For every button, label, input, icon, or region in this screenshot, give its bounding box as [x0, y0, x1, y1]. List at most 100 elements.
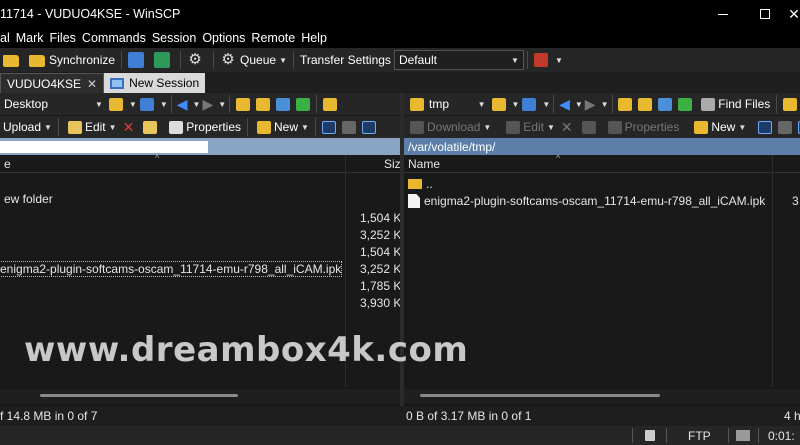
list-item[interactable]: 1,785 K	[0, 278, 401, 295]
terminal-button[interactable]	[151, 49, 177, 71]
bookmark-icon[interactable]	[783, 97, 798, 111]
select-all-icon[interactable]	[758, 120, 773, 134]
find-files-button[interactable]: Find Files	[695, 93, 773, 115]
local-path-bar[interactable]	[0, 138, 400, 155]
root-folder-icon[interactable]	[638, 97, 653, 111]
local-location-dropdown[interactable]: Desktop	[0, 94, 92, 114]
forward-icon[interactable]: ▶	[202, 96, 213, 113]
chevron-down-icon[interactable]: ▼	[601, 100, 609, 109]
minimize-button[interactable]	[700, 0, 746, 28]
chevron-down-icon[interactable]: ▼	[129, 100, 137, 109]
edit-button[interactable]: Edit ▼	[62, 116, 120, 138]
chevron-down-icon[interactable]: ▼	[218, 100, 226, 109]
back-icon[interactable]: ◀	[559, 96, 570, 113]
protocol-label: FTP	[688, 429, 711, 443]
filter-icon[interactable]	[139, 97, 154, 111]
home-icon[interactable]	[658, 97, 673, 111]
properties-button[interactable]: Properties	[602, 116, 683, 138]
remote-location-dropdown[interactable]: tmp	[427, 94, 475, 114]
forward-icon[interactable]: ▶	[585, 96, 596, 113]
root-folder-icon[interactable]	[256, 97, 271, 111]
new-button[interactable]: New ▼	[251, 116, 312, 138]
local-path-field[interactable]	[0, 141, 208, 153]
menu-help[interactable]: Help	[301, 31, 327, 45]
chevron-down-icon[interactable]: ▼	[542, 100, 550, 109]
menu-mark[interactable]: Mark	[16, 31, 44, 45]
menu-files[interactable]: Files	[50, 31, 76, 45]
unselect-icon[interactable]	[341, 120, 356, 134]
toolbar-local-button[interactable]	[0, 49, 26, 71]
download-button[interactable]: Download ▼	[404, 116, 494, 138]
chevron-down-icon[interactable]: ▼	[575, 100, 583, 109]
menu-session[interactable]: Session	[152, 31, 196, 45]
transfer-settings-dropdown[interactable]: Default ▼	[393, 50, 524, 70]
tab-new-session[interactable]: New Session	[104, 73, 206, 93]
compare-button[interactable]	[125, 49, 151, 71]
close-button[interactable]: ✕	[784, 0, 800, 28]
chevron-down-icon: ▼	[738, 122, 747, 132]
status-separator	[758, 428, 759, 443]
list-item[interactable]: 1,504 K	[0, 210, 401, 227]
queue-button[interactable]: ⚙ Queue ▼	[217, 49, 290, 71]
properties-button[interactable]: Properties	[163, 116, 244, 138]
local-col-size[interactable]: Siz	[384, 157, 401, 171]
unselect-icon[interactable]	[778, 120, 793, 134]
filter-select-icon[interactable]	[361, 120, 376, 134]
parent-folder-icon[interactable]	[618, 97, 633, 111]
menu-commands[interactable]: Commands	[82, 31, 146, 45]
delete-button[interactable]: ✕	[120, 116, 138, 138]
local-col-name[interactable]: e	[4, 157, 11, 171]
edit-button[interactable]: Edit ▼	[500, 116, 558, 138]
menu-local[interactable]: al	[0, 31, 10, 45]
compare-icon	[128, 52, 145, 68]
scrollbar-thumb[interactable]	[420, 394, 660, 397]
chevron-down-icon[interactable]: ▼	[193, 100, 201, 109]
list-item[interactable]: enigma2-plugin-softcams-oscam_11714-emu-…	[404, 193, 800, 210]
open-folder-icon[interactable]	[108, 97, 123, 111]
new-button[interactable]: New ▼	[688, 116, 749, 138]
file-name-text: enigma2-plugin-softcams-oscam_11714-emu-…	[424, 194, 766, 208]
list-item[interactable]: ew folder	[0, 191, 400, 208]
title-bar: 11714 - VUDUO4KSE - WinSCP ✕	[0, 0, 800, 28]
list-item[interactable]: 3,930 K	[0, 295, 401, 312]
list-item[interactable]: enigma2-plugin-softcams-oscam_11714-emu-…	[0, 261, 401, 278]
select-all-icon[interactable]	[321, 120, 336, 134]
list-item[interactable]: 1,504 K	[0, 244, 401, 261]
remote-col-name[interactable]: Name	[408, 157, 440, 171]
chevron-down-icon[interactable]: ▼	[512, 100, 520, 109]
properties-label: Properties	[624, 120, 680, 134]
refresh-icon[interactable]	[296, 97, 311, 111]
scrollbar-thumb[interactable]	[40, 394, 238, 397]
remote-path-bar[interactable]: /var/volatile/tmp/	[404, 138, 800, 155]
filter-icon[interactable]	[522, 97, 537, 111]
synchronize-button[interactable]: Synchronize	[26, 49, 118, 71]
status-bar: FTP 0:01:	[0, 426, 800, 445]
chevron-down-icon: ▼	[279, 55, 287, 65]
parent-folder-icon[interactable]	[236, 97, 251, 111]
open-folder-icon[interactable]	[491, 97, 506, 111]
tab-session[interactable]: VUDUO4KSE ✕	[0, 73, 105, 93]
menu-remote[interactable]: Remote	[251, 31, 295, 45]
rename-button[interactable]	[576, 116, 602, 138]
lock-icon	[645, 430, 655, 441]
chevron-down-icon[interactable]: ▼	[478, 100, 486, 109]
refresh-icon[interactable]	[678, 97, 693, 111]
transfer-options-button[interactable]: ▼	[531, 49, 566, 71]
upload-button[interactable]: Upload ▼	[0, 116, 55, 138]
local-nav-toolbar: Desktop ▼ ▼ ▼ ◀ ▼ ▶ ▼	[0, 93, 400, 115]
remote-horizontal-scrollbar[interactable]	[404, 389, 800, 403]
local-horizontal-scrollbar[interactable]	[0, 389, 400, 403]
menu-options[interactable]: Options	[202, 31, 245, 45]
list-item[interactable]: 3,252 K	[0, 227, 401, 244]
chevron-down-icon[interactable]: ▼	[160, 100, 168, 109]
maximize-button[interactable]	[742, 0, 788, 28]
close-icon[interactable]: ✕	[87, 77, 97, 91]
chevron-down-icon[interactable]: ▼	[95, 100, 103, 109]
preferences-button[interactable]: ⚙	[184, 49, 210, 71]
back-icon[interactable]: ◀	[177, 96, 188, 113]
delete-button[interactable]: ✕	[558, 116, 576, 138]
bookmark-icon[interactable]	[323, 97, 338, 111]
list-item[interactable]: ..	[404, 176, 800, 193]
home-icon[interactable]	[276, 97, 291, 111]
rename-button[interactable]	[137, 116, 163, 138]
